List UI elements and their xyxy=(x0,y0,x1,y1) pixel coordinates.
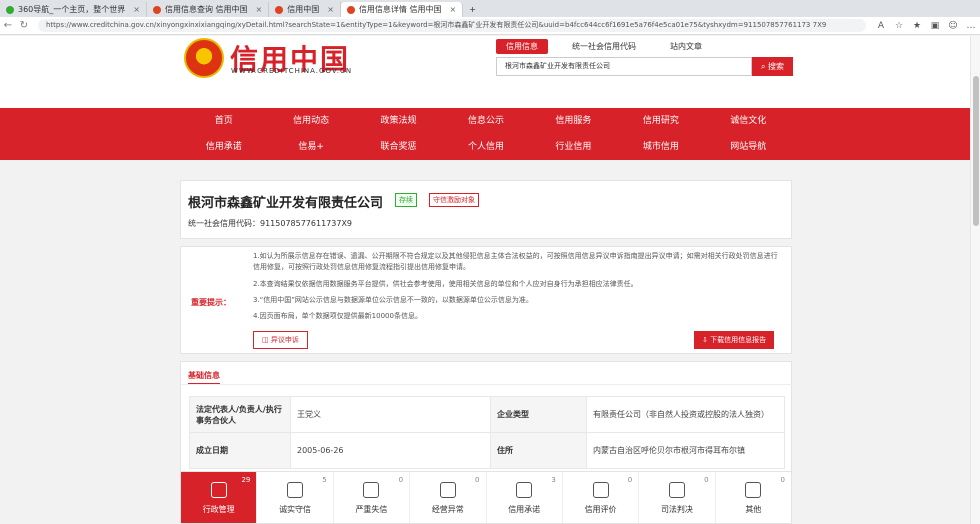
tab-detail[interactable]: 信用信息详情 信用中国 × xyxy=(340,2,464,17)
tab-creditchina[interactable]: 信用中国 × xyxy=(269,2,341,17)
notice-title: 重要提示： xyxy=(191,298,231,307)
tab-query[interactable]: 信用信息查询 信用中国 × xyxy=(147,2,270,17)
notice-line: 4.因页面布局，单个数据项仅提供最新10000条信息。 xyxy=(253,312,422,320)
favorite-icon[interactable]: ☆ xyxy=(890,21,908,31)
tab-site-articles[interactable]: 站内文章 xyxy=(660,39,712,54)
appeal-icon: ◫ xyxy=(262,336,271,344)
tab-360[interactable]: 360导航_一个主页，整个世界 × xyxy=(0,2,147,17)
nav-sitemap[interactable]: 网站导航 xyxy=(705,134,792,160)
new-tab-button[interactable]: + xyxy=(463,2,482,17)
back-icon[interactable]: ← xyxy=(0,20,16,31)
company-card: 根河市森鑫矿业开发有限责任公司 存续 守信激励对象 统一社会信用代码：91150… xyxy=(180,180,792,239)
category-tabs: 29 行政管理 5 诚实守信 0 严重失信 0 经营异常 3 信用承诺 0 信用评价 0 司法… xyxy=(180,471,792,524)
scrollbar-thumb[interactable] xyxy=(973,76,979,226)
site-header: 信用中国 WWW.CREDITCHINA.GOV.CN 信用信息 统一社会信用代… xyxy=(0,36,970,108)
category-honesty[interactable]: 5 诚实守信 xyxy=(257,472,334,523)
nav-xinyi[interactable]: 信易+ xyxy=(267,134,354,160)
site-domain: WWW.CREDITCHINA.GOV.CN xyxy=(231,67,353,75)
founded-value: 2005-06-26 xyxy=(290,432,491,469)
nav-policy[interactable]: 政策法规 xyxy=(355,108,442,134)
judgment-icon xyxy=(668,482,685,498)
notice-line: 1.如认为所展示信息存在错误、遗漏、公开期限不符合规定以及其他侵犯信息主体合法权… xyxy=(253,252,778,271)
rating-icon xyxy=(592,482,609,498)
company-type-label: 企业类型 xyxy=(490,396,587,433)
promise-icon xyxy=(516,482,533,498)
warning-icon xyxy=(363,482,380,498)
credit-code: 统一社会信用代码：9115078577611737X9 xyxy=(188,219,353,228)
founded-label: 成立日期 xyxy=(189,432,291,469)
url-field[interactable]: https://www.creditchina.gov.cn/xinyongxi… xyxy=(38,19,866,32)
category-promise[interactable]: 3 信用承诺 xyxy=(487,472,563,523)
creditchina-favicon-icon xyxy=(275,5,284,14)
alarm-icon xyxy=(439,482,456,498)
refresh-icon[interactable]: ↻ xyxy=(16,20,32,31)
search-button[interactable]: ⌕ 搜索 xyxy=(752,57,793,76)
category-other[interactable]: 0 其他 xyxy=(716,472,791,523)
legal-rep-label: 法定代表人/负责人/执行事务合伙人 xyxy=(189,396,291,433)
category-admin[interactable]: 29 行政管理 xyxy=(181,472,258,523)
nav-commitment[interactable]: 信用承诺 xyxy=(180,134,267,160)
close-icon[interactable]: × xyxy=(256,2,263,17)
nav-joint[interactable]: 联合奖惩 xyxy=(355,134,442,160)
category-abnormal[interactable]: 0 经营异常 xyxy=(410,472,487,523)
browser-favicon-icon xyxy=(6,5,14,14)
close-icon[interactable]: × xyxy=(133,2,140,17)
company-type-value: 有限责任公司（非自然人投资或控股的法人独资） xyxy=(586,396,785,433)
nav-research[interactable]: 信用研究 xyxy=(617,108,704,134)
scrollbar[interactable] xyxy=(970,36,980,524)
profile-icon[interactable]: ☺ xyxy=(944,21,962,31)
search-icon: ⌕ xyxy=(760,62,769,71)
document-icon xyxy=(210,482,227,498)
flag-badge: 守信激励对象 xyxy=(429,193,479,207)
main-nav-links: 首页 信用动态 政策法规 信息公示 信用服务 信用研究 诚信文化 信用承诺 信易… xyxy=(180,108,792,160)
close-icon[interactable]: × xyxy=(327,2,334,17)
shield-icon xyxy=(287,482,304,498)
appeal-button[interactable]: ◫ 异议申诉 xyxy=(253,331,308,349)
divider xyxy=(181,384,793,385)
company-name: 根河市森鑫矿业开发有限责任公司 xyxy=(188,196,384,211)
close-icon[interactable]: × xyxy=(449,2,456,17)
status-badge: 存续 xyxy=(395,193,417,207)
collections-icon[interactable]: ▣ xyxy=(926,21,944,31)
creditchina-favicon-icon xyxy=(346,5,355,14)
notice-line: 3.“信用中国”网站公示信息与数据源单位公示信息不一致的，以数据源单位公示信息为… xyxy=(253,296,533,304)
page-content: 信用中国 WWW.CREDITCHINA.GOV.CN 信用信息 统一社会信用代… xyxy=(0,36,970,524)
nav-city[interactable]: 城市信用 xyxy=(617,134,704,160)
nav-news[interactable]: 信用动态 xyxy=(267,108,354,134)
search-tabs: 信用信息 统一社会信用代码 站内文章 xyxy=(496,39,712,54)
category-judgment[interactable]: 0 司法判决 xyxy=(639,472,716,523)
other-icon xyxy=(745,482,762,498)
address-value: 内蒙古自治区呼伦贝尔市根河市得耳布尔镇 xyxy=(586,432,785,469)
download-report-button[interactable]: ⇩ 下载信用信息报告 xyxy=(694,331,775,349)
favorites-icon[interactable]: ★ xyxy=(908,21,926,31)
notice-line: 2.本查询结果仅依据信用数据服务平台提供，供社会参考使用，使用相关信息的单位和个… xyxy=(253,280,638,288)
nav-personal[interactable]: 个人信用 xyxy=(442,134,529,160)
creditchina-favicon-icon xyxy=(152,5,161,14)
national-emblem-icon xyxy=(184,38,224,78)
table-row: 成立日期 2005-06-26 住所 内蒙古自治区呼伦贝尔市根河市得耳布尔镇 xyxy=(189,432,785,469)
table-row: 法定代表人/负责人/执行事务合伙人 王党义 企业类型 有限责任公司（非自然人投资… xyxy=(189,396,785,433)
nav-culture[interactable]: 诚信文化 xyxy=(705,108,792,134)
nav-industry[interactable]: 行业信用 xyxy=(530,134,617,160)
more-icon[interactable]: … xyxy=(962,21,980,31)
notice-card: 重要提示： 1.如认为所展示信息存在错误、遗漏、公开期限不符合规定以及其他侵犯信… xyxy=(180,246,792,354)
basic-info-title: 基础信息 xyxy=(188,370,220,385)
read-aloud-icon[interactable]: A xyxy=(872,21,890,31)
nav-publicity[interactable]: 信息公示 xyxy=(442,108,529,134)
category-serious[interactable]: 0 严重失信 xyxy=(334,472,411,523)
tab-credit-code[interactable]: 统一社会信用代码 xyxy=(562,39,646,54)
download-icon: ⇩ xyxy=(702,336,711,344)
address-label: 住所 xyxy=(490,432,587,469)
search-input[interactable]: 根河市森鑫矿业开发有限责任公司 xyxy=(496,57,752,76)
legal-rep-value: 王党义 xyxy=(290,396,491,433)
basic-info-table: 法定代表人/负责人/执行事务合伙人 王党义 企业类型 有限责任公司（非自然人投资… xyxy=(189,396,785,469)
tab-credit-info[interactable]: 信用信息 xyxy=(496,39,548,54)
category-rating[interactable]: 0 信用评价 xyxy=(563,472,640,523)
nav-home[interactable]: 首页 xyxy=(180,108,267,134)
address-bar: ← ↻ https://www.creditchina.gov.cn/xinyo… xyxy=(0,17,980,35)
browser-tab-bar: 360导航_一个主页，整个世界 × 信用信息查询 信用中国 × 信用中国 × 信用信息… xyxy=(0,0,980,17)
nav-service[interactable]: 信用服务 xyxy=(530,108,617,134)
